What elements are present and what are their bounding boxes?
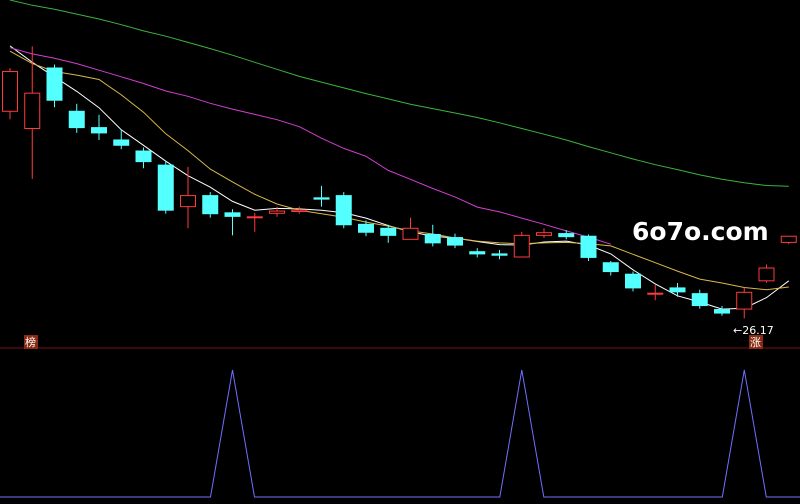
candle (513, 231, 530, 258)
candle-body-up (180, 195, 196, 208)
candle-body-down (602, 262, 619, 273)
candle-body-down (91, 127, 107, 134)
watermark-text: 6o7o.com (632, 217, 769, 246)
candle (157, 161, 174, 214)
candle-body-down (68, 110, 85, 129)
candle-body-down (335, 195, 352, 226)
candle-body-up (758, 267, 775, 282)
candle-body-up (402, 227, 419, 240)
candle-body-down (625, 273, 641, 289)
marker-right: 涨 (749, 335, 763, 349)
candle-body-up (647, 292, 664, 295)
candle-body-up (2, 71, 18, 112)
candle (335, 192, 352, 229)
candlestick-chart: 6o7o.com ←26.17 榜 涨 (0, 0, 800, 500)
marker-left-text: 榜 (25, 335, 36, 349)
candle-body-up (780, 235, 797, 243)
candle-body-up (736, 291, 753, 310)
candle-body-down (380, 227, 397, 236)
candle-body-down (224, 212, 241, 217)
candle-body-down (447, 237, 463, 246)
candle-body-down (424, 233, 441, 244)
candle (202, 192, 219, 218)
candle-body-up (24, 92, 41, 129)
chart-background (0, 0, 800, 500)
candle-body-up (513, 234, 530, 258)
candle-body-down (580, 235, 597, 258)
stock-chart-window: 6o7o.com ←26.17 榜 涨 (0, 0, 800, 500)
candle-body-down (691, 293, 708, 307)
candle-body-down (113, 139, 130, 146)
candle-body-down (669, 287, 686, 293)
candle-body-down (157, 164, 174, 211)
candle-body-up (246, 216, 263, 219)
marker-left: 榜 (24, 335, 38, 349)
candle-body-up (536, 232, 552, 236)
candle (580, 234, 597, 261)
candle-body-down (46, 67, 63, 101)
candle (2, 68, 18, 120)
candle-body-down (469, 251, 486, 255)
candle-body-down (491, 253, 508, 256)
marker-right-text: 涨 (750, 336, 761, 349)
candle-body-up (269, 210, 285, 214)
candle-body-down (202, 195, 219, 215)
candle-body-down (313, 197, 330, 200)
candle-body-down (558, 233, 575, 238)
candle-body-down (135, 150, 152, 163)
candle-body-down (714, 309, 730, 314)
candle-body-down (358, 223, 374, 233)
candle-body-up (291, 209, 308, 213)
